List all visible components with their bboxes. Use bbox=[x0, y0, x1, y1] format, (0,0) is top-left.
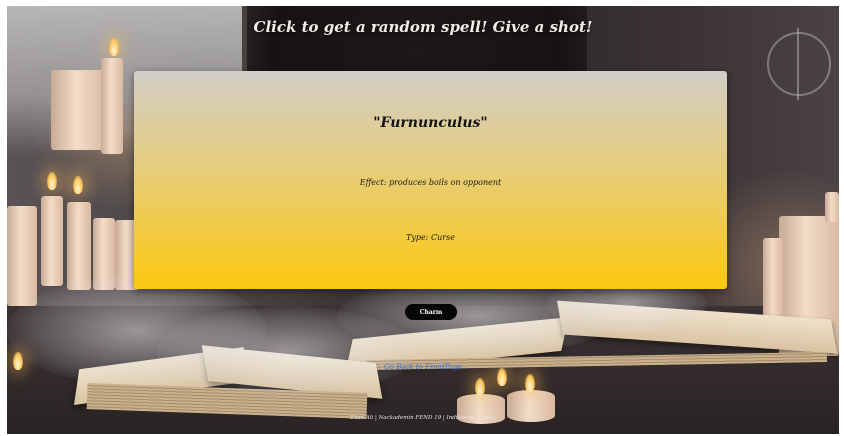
spell-effect: Effect: produces boils on opponent bbox=[359, 178, 502, 187]
candle-icon bbox=[763, 238, 783, 318]
page-frame: Click to get a random spell! Give a shot… bbox=[7, 6, 839, 434]
flame-icon bbox=[73, 176, 83, 194]
flame-icon bbox=[47, 172, 57, 190]
spell-card: "Furnunculus" Effect: produces boils on … bbox=[134, 71, 727, 289]
flame-icon bbox=[109, 38, 119, 56]
candle-icon bbox=[101, 58, 123, 154]
footer-credit: Shan Ali | Nackademin FEND 19 | Individu… bbox=[349, 415, 497, 421]
flame-icon bbox=[525, 374, 535, 392]
candle-icon bbox=[67, 202, 91, 290]
page-title: Click to get a random spell! Give a shot… bbox=[253, 18, 593, 36]
candle-icon bbox=[41, 196, 63, 286]
sigil-icon bbox=[767, 28, 831, 100]
spell-name: "Furnunculus" bbox=[373, 115, 488, 131]
random-spell-button[interactable]: Charm bbox=[405, 304, 457, 320]
candle-icon bbox=[7, 206, 37, 306]
spell-type: Type: Curse bbox=[406, 233, 455, 242]
flame-icon bbox=[475, 378, 485, 396]
candle-icon bbox=[51, 70, 107, 150]
candle-icon bbox=[825, 192, 839, 222]
back-to-frontpage-link[interactable]: Go Back to FrontPage bbox=[7, 363, 839, 371]
